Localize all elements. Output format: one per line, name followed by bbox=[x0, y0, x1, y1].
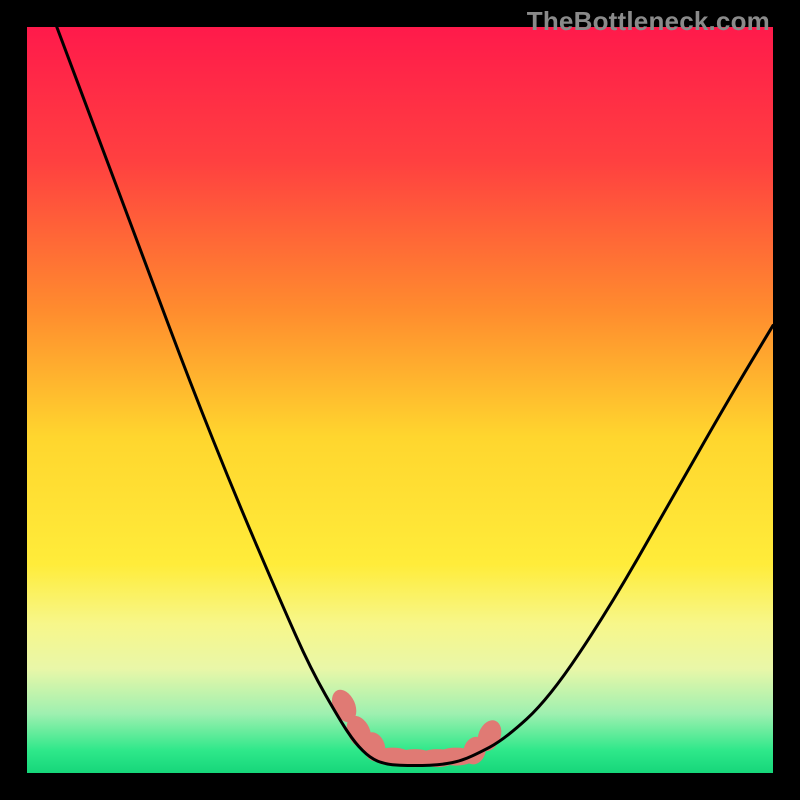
bottleneck-curve bbox=[57, 27, 773, 766]
plot-area bbox=[27, 27, 773, 773]
curve-layer bbox=[27, 27, 773, 773]
watermark-text: TheBottleneck.com bbox=[527, 6, 770, 37]
highlight-markers bbox=[327, 686, 506, 767]
chart-frame: TheBottleneck.com bbox=[0, 0, 800, 800]
